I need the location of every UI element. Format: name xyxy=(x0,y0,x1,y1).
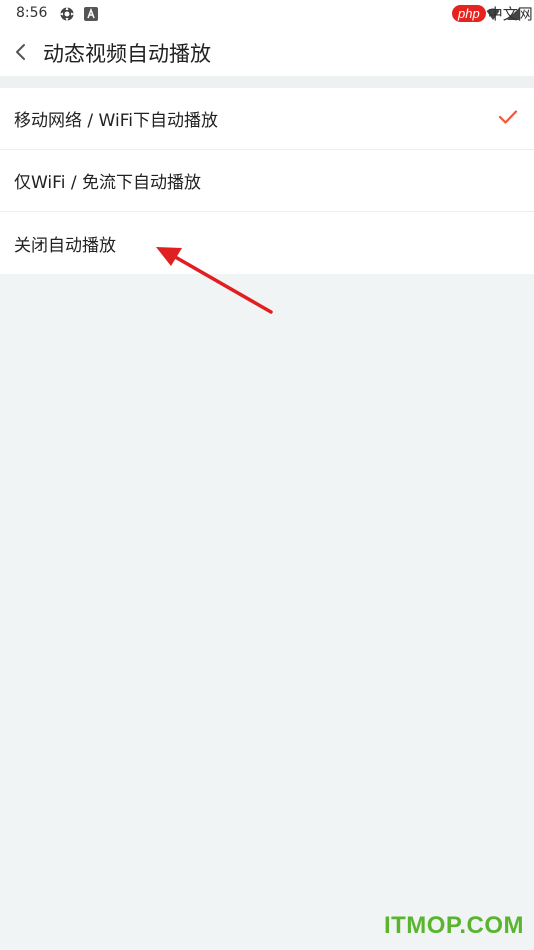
watermark-cn-label: 中文网 xyxy=(487,4,533,23)
page-title: 动态视频自动播放 xyxy=(43,42,211,66)
option-label: 仅WiFi / 免流下自动播放 xyxy=(14,173,201,193)
option-label: 关闭自动播放 xyxy=(14,235,116,256)
section-divider xyxy=(0,76,534,88)
watermark-php-cn: php 中文网 xyxy=(452,2,533,24)
watermark-php-label: php xyxy=(452,4,486,22)
watermark-itmop: ITMOP.COM xyxy=(383,912,524,939)
status-time: 8:56 xyxy=(16,5,48,21)
option-mobile-wifi-autoplay[interactable]: 移动网络 / WiFi下自动播放 xyxy=(0,88,534,150)
annotation-arrow-icon xyxy=(156,247,273,314)
chevron-left-icon[interactable] xyxy=(12,42,30,62)
settings-gear-icon xyxy=(59,6,75,22)
a-badge-icon xyxy=(84,6,100,22)
header-bar: 动态视频自动播放 xyxy=(0,28,534,76)
checkmark-icon xyxy=(498,109,518,125)
option-wifi-only-autoplay[interactable]: 仅WiFi / 免流下自动播放 xyxy=(0,150,534,212)
option-label: 移动网络 / WiFi下自动播放 xyxy=(14,111,218,131)
